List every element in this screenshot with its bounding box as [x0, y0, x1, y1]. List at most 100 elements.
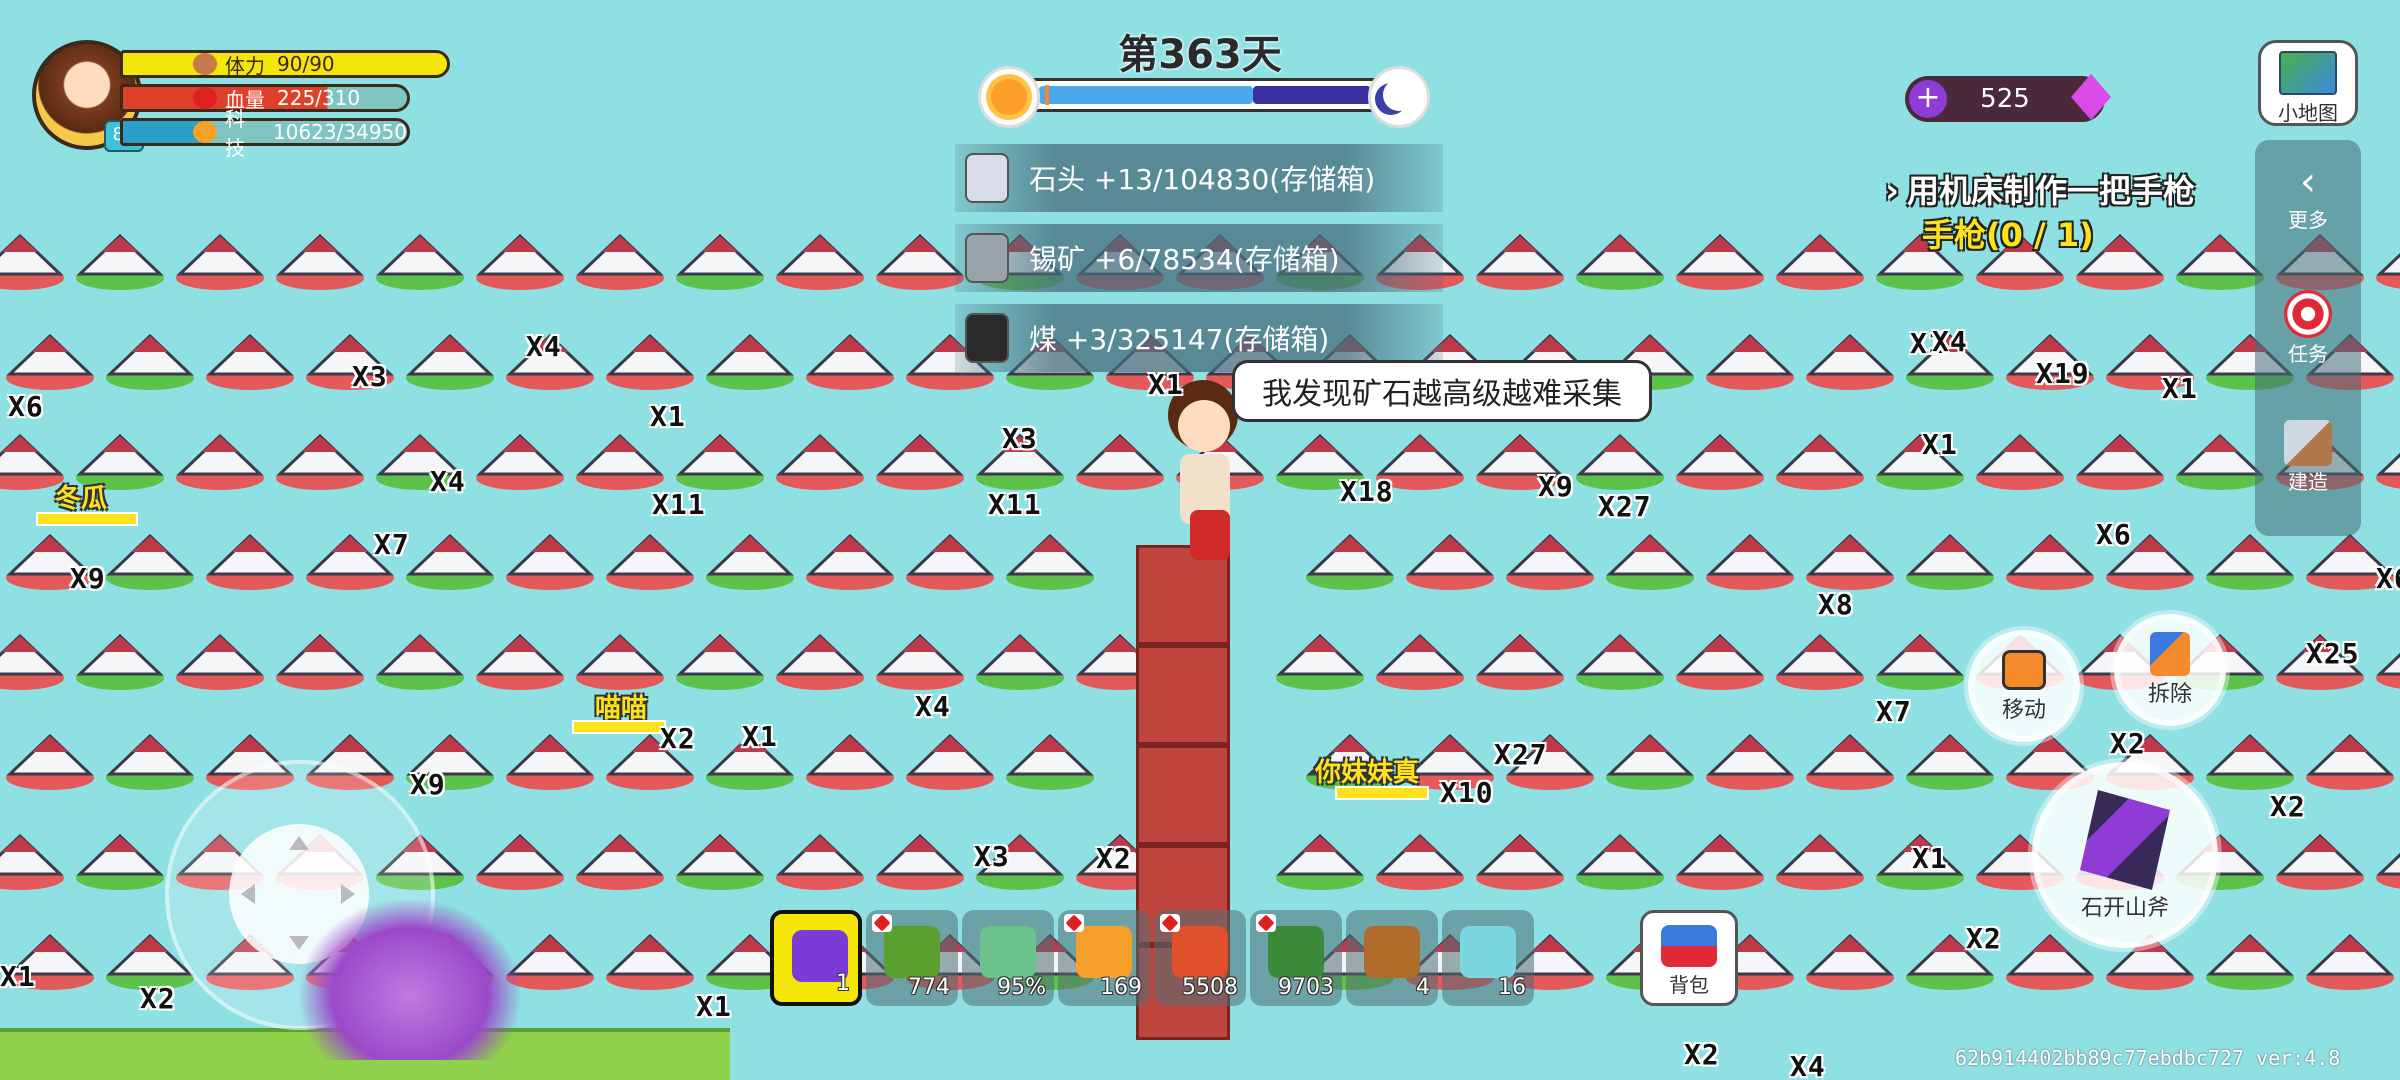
fish-trap[interactable] [706, 533, 794, 590]
hotbar-slot[interactable]: 95% [962, 910, 1054, 1006]
fish-trap[interactable] [2076, 433, 2164, 490]
fish-trap[interactable] [76, 833, 164, 890]
fish-trap[interactable] [176, 633, 264, 690]
fish-trap[interactable] [776, 433, 864, 490]
fish-trap[interactable] [576, 233, 664, 290]
fish-trap[interactable] [1706, 333, 1794, 390]
fish-trap[interactable] [1676, 633, 1764, 690]
fish-trap[interactable] [1506, 533, 1594, 590]
fish-trap[interactable] [776, 233, 864, 290]
fish-trap[interactable] [276, 233, 364, 290]
fish-trap[interactable] [1606, 733, 1694, 790]
fish-trap[interactable] [1806, 733, 1894, 790]
fish-trap[interactable] [1576, 833, 1664, 890]
fish-trap[interactable] [2276, 833, 2364, 890]
fish-trap[interactable] [2006, 533, 2094, 590]
fish-trap[interactable] [2206, 533, 2294, 590]
fish-trap[interactable] [1706, 733, 1794, 790]
fish-trap[interactable] [606, 333, 694, 390]
hotbar-slot[interactable]: 774 [866, 910, 958, 1006]
fish-trap[interactable] [106, 533, 194, 590]
hotbar-slot[interactable]: 4 [1346, 910, 1438, 1006]
fish-trap[interactable] [976, 633, 1064, 690]
fish-trap[interactable] [1776, 633, 1864, 690]
fish-trap[interactable] [2376, 636, 2400, 690]
fish-trap[interactable] [676, 233, 764, 290]
fish-trap[interactable] [376, 633, 464, 690]
fish-trap[interactable] [76, 633, 164, 690]
fish-trap[interactable] [906, 733, 994, 790]
fish-trap[interactable] [1706, 533, 1794, 590]
fish-trap[interactable] [776, 633, 864, 690]
build-button[interactable]: 建造 [2255, 420, 2361, 495]
fish-trap[interactable] [2376, 836, 2400, 890]
task-button[interactable]: 任务 [2255, 290, 2361, 367]
fish-trap[interactable] [1776, 233, 1864, 290]
fish-trap[interactable] [376, 233, 464, 290]
fish-trap[interactable] [1406, 533, 1494, 590]
fish-trap[interactable] [506, 733, 594, 790]
fish-trap[interactable] [1806, 933, 1894, 990]
gem-counter[interactable]: + 525 [1905, 74, 2111, 122]
fish-trap[interactable] [676, 633, 764, 690]
fish-trap[interactable] [0, 633, 64, 690]
fish-trap[interactable] [2006, 933, 2094, 990]
fish-trap[interactable] [1906, 733, 1994, 790]
fish-trap[interactable] [1476, 633, 1564, 690]
fish-trap[interactable] [76, 233, 164, 290]
fish-trap[interactable] [1606, 533, 1694, 590]
fish-trap[interactable] [476, 833, 564, 890]
fish-trap[interactable] [1876, 633, 1964, 690]
fish-trap[interactable] [1306, 533, 1394, 590]
fish-trap[interactable] [1376, 833, 1464, 890]
fish-trap[interactable] [1576, 233, 1664, 290]
fish-trap[interactable] [506, 533, 594, 590]
hotbar-slot[interactable]: 1 [770, 910, 862, 1006]
fish-trap[interactable] [106, 333, 194, 390]
fish-trap[interactable] [476, 233, 564, 290]
add-gems-icon[interactable]: + [1909, 80, 1947, 118]
fish-trap[interactable] [206, 333, 294, 390]
hotbar-slot[interactable]: 16 [1442, 910, 1534, 1006]
fish-trap[interactable] [1676, 233, 1764, 290]
fish-trap[interactable] [106, 733, 194, 790]
fish-trap[interactable] [1676, 433, 1764, 490]
fish-trap[interactable] [1006, 733, 1094, 790]
fish-trap[interactable] [1576, 633, 1664, 690]
demolish-button[interactable]: 拆除 [2114, 614, 2226, 726]
attack-tool-button[interactable]: 石开山斧 [2032, 762, 2218, 948]
fish-trap[interactable] [776, 833, 864, 890]
fish-trap[interactable] [0, 233, 64, 290]
hotbar-slot[interactable]: 169 [1058, 910, 1150, 1006]
fish-trap[interactable] [1276, 633, 1364, 690]
fish-trap[interactable] [176, 233, 264, 290]
hotbar-slot[interactable]: 5508 [1154, 910, 1246, 1006]
fish-trap[interactable] [1576, 433, 1664, 490]
fish-trap[interactable] [906, 533, 994, 590]
fish-trap[interactable] [6, 733, 94, 790]
fish-trap[interactable] [1806, 333, 1894, 390]
fish-trap[interactable] [1476, 833, 1564, 890]
fish-trap[interactable] [806, 333, 894, 390]
fish-trap[interactable] [176, 433, 264, 490]
fish-trap[interactable] [806, 533, 894, 590]
fish-trap[interactable] [1376, 633, 1464, 690]
fish-trap[interactable] [1006, 533, 1094, 590]
fish-trap[interactable] [676, 433, 764, 490]
fish-trap[interactable] [1976, 433, 2064, 490]
fish-trap[interactable] [2176, 433, 2264, 490]
fish-trap[interactable] [876, 633, 964, 690]
fish-trap[interactable] [876, 433, 964, 490]
fish-trap[interactable] [876, 233, 964, 290]
fish-trap[interactable] [6, 333, 94, 390]
quest-tracker[interactable]: › 用机床制作一把手枪 [1885, 166, 2195, 212]
fish-trap[interactable] [476, 433, 564, 490]
fish-trap[interactable] [576, 433, 664, 490]
minimap-button[interactable]: 小地图 [2258, 40, 2358, 126]
fish-trap[interactable] [706, 333, 794, 390]
fish-trap[interactable] [206, 533, 294, 590]
move-button[interactable]: 移动 [1968, 630, 2080, 742]
fish-trap[interactable] [1776, 833, 1864, 890]
fish-trap[interactable] [276, 633, 364, 690]
fish-trap[interactable] [576, 833, 664, 890]
